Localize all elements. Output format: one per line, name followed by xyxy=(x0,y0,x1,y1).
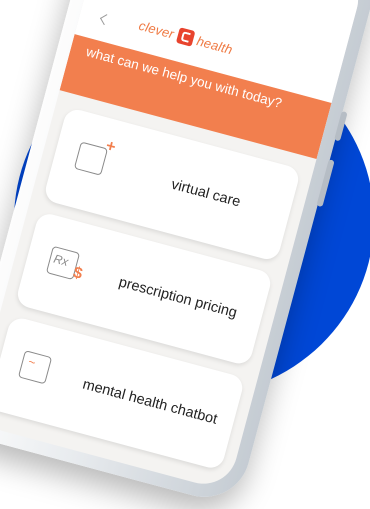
chatbot-icon: ~ xyxy=(17,350,53,385)
clever-health-logo: clever health xyxy=(137,17,234,57)
logo-text-left: clever xyxy=(137,17,176,42)
logo-mark-icon xyxy=(175,27,196,47)
back-arrow-icon[interactable] xyxy=(99,14,111,26)
logo-text-right: health xyxy=(195,32,235,57)
virtual-care-icon: + xyxy=(73,137,117,176)
prescription-icon: Rx $ xyxy=(45,245,84,283)
